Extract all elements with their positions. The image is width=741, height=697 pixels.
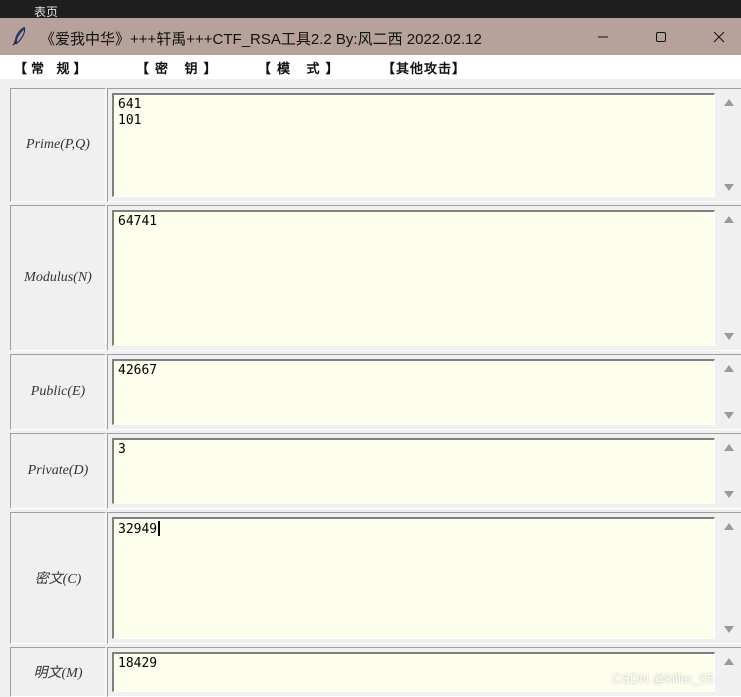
rsa-tool-window: 《爱我中华》+++轩禹+++CTF_RSA工具2.2 By:风二西 2022.0… <box>0 18 741 697</box>
plaintext-label: 明文(M) <box>33 666 83 681</box>
scroll-up-icon[interactable] <box>724 523 734 530</box>
scroll-down-icon[interactable] <box>724 184 734 191</box>
modulus-field-frame: 64741 <box>107 205 741 351</box>
modulus-textarea[interactable]: 64741 <box>112 210 715 346</box>
feather-icon <box>12 26 26 46</box>
public-field-frame: 42667 <box>107 354 741 430</box>
prime-scrollbar[interactable] <box>719 93 739 197</box>
scroll-down-icon[interactable] <box>724 333 734 340</box>
minimize-icon <box>598 36 608 37</box>
modulus-label: Modulus(N) <box>24 270 92 285</box>
title-bar[interactable]: 《爱我中华》+++轩禹+++CTF_RSA工具2.2 By:风二西 2022.0… <box>0 18 741 55</box>
private-textarea[interactable]: 3 <box>112 438 715 504</box>
modulus-row: Modulus(N) 64741 <box>10 205 741 351</box>
scroll-up-icon[interactable] <box>724 216 734 223</box>
minimize-button[interactable] <box>574 18 632 55</box>
background-strip: 表页 <box>0 0 741 18</box>
public-scrollbar[interactable] <box>719 359 739 425</box>
prime-field-frame: 641 101 <box>107 88 741 202</box>
prime-row: Prime(P,Q) 641 101 <box>10 88 741 202</box>
plaintext-label-box: 明文(M) <box>10 647 106 697</box>
menu-item-general[interactable]: 【常 规】 <box>14 58 91 77</box>
public-textarea[interactable]: 42667 <box>112 359 715 425</box>
prime-textarea[interactable]: 641 101 <box>112 93 715 197</box>
prime-label: Prime(P,Q) <box>26 137 90 152</box>
plaintext-scrollbar[interactable] <box>719 652 739 692</box>
csdn-watermark: CSDN @killer_05 <box>612 671 715 686</box>
ciphertext-textarea[interactable]: 32949 <box>112 517 715 639</box>
menu-item-keys[interactable]: 【密 钥】 <box>136 58 223 77</box>
modulus-label-box: Modulus(N) <box>10 205 106 351</box>
private-label: Private(D) <box>27 463 89 478</box>
ciphertext-row: 密文(C) 32949 <box>10 512 741 644</box>
menu-bar: 【常 规】 【密 钥】 【模 式】 【其他攻击】 <box>0 55 741 79</box>
prime-label-box: Prime(P,Q) <box>10 88 106 202</box>
scroll-down-icon[interactable] <box>724 491 734 498</box>
scroll-up-icon[interactable] <box>724 365 734 372</box>
ciphertext-label: 密文(C) <box>34 572 82 587</box>
scroll-down-icon[interactable] <box>724 626 734 633</box>
close-button[interactable] <box>690 18 741 55</box>
window-title: 《爱我中华》+++轩禹+++CTF_RSA工具2.2 By:风二西 2022.0… <box>40 31 482 48</box>
private-label-box: Private(D) <box>10 433 106 509</box>
ciphertext-label-box: 密文(C) <box>10 512 106 644</box>
public-label-box: Public(E) <box>10 354 106 430</box>
public-row: Public(E) 42667 <box>10 354 741 430</box>
maximize-button[interactable] <box>632 18 690 55</box>
scroll-up-icon[interactable] <box>724 658 734 665</box>
menu-item-other-attacks[interactable]: 【其他攻击】 <box>382 58 466 77</box>
maximize-icon <box>656 31 666 42</box>
scroll-up-icon[interactable] <box>724 99 734 106</box>
private-field-frame: 3 <box>107 433 741 509</box>
private-scrollbar[interactable] <box>719 438 739 504</box>
ciphertext-scrollbar[interactable] <box>719 517 739 639</box>
modulus-scrollbar[interactable] <box>719 210 739 346</box>
scroll-down-icon[interactable] <box>724 412 734 419</box>
ciphertext-value: 32949 <box>118 522 158 537</box>
ciphertext-field-frame: 32949 <box>107 512 741 644</box>
background-window-text: 表页 <box>34 6 59 18</box>
scroll-up-icon[interactable] <box>724 444 734 451</box>
private-row: Private(D) 3 <box>10 433 741 509</box>
public-label: Public(E) <box>30 384 86 399</box>
close-icon <box>713 31 725 42</box>
text-caret <box>158 521 161 536</box>
menu-item-mode[interactable]: 【模 式】 <box>258 58 345 77</box>
